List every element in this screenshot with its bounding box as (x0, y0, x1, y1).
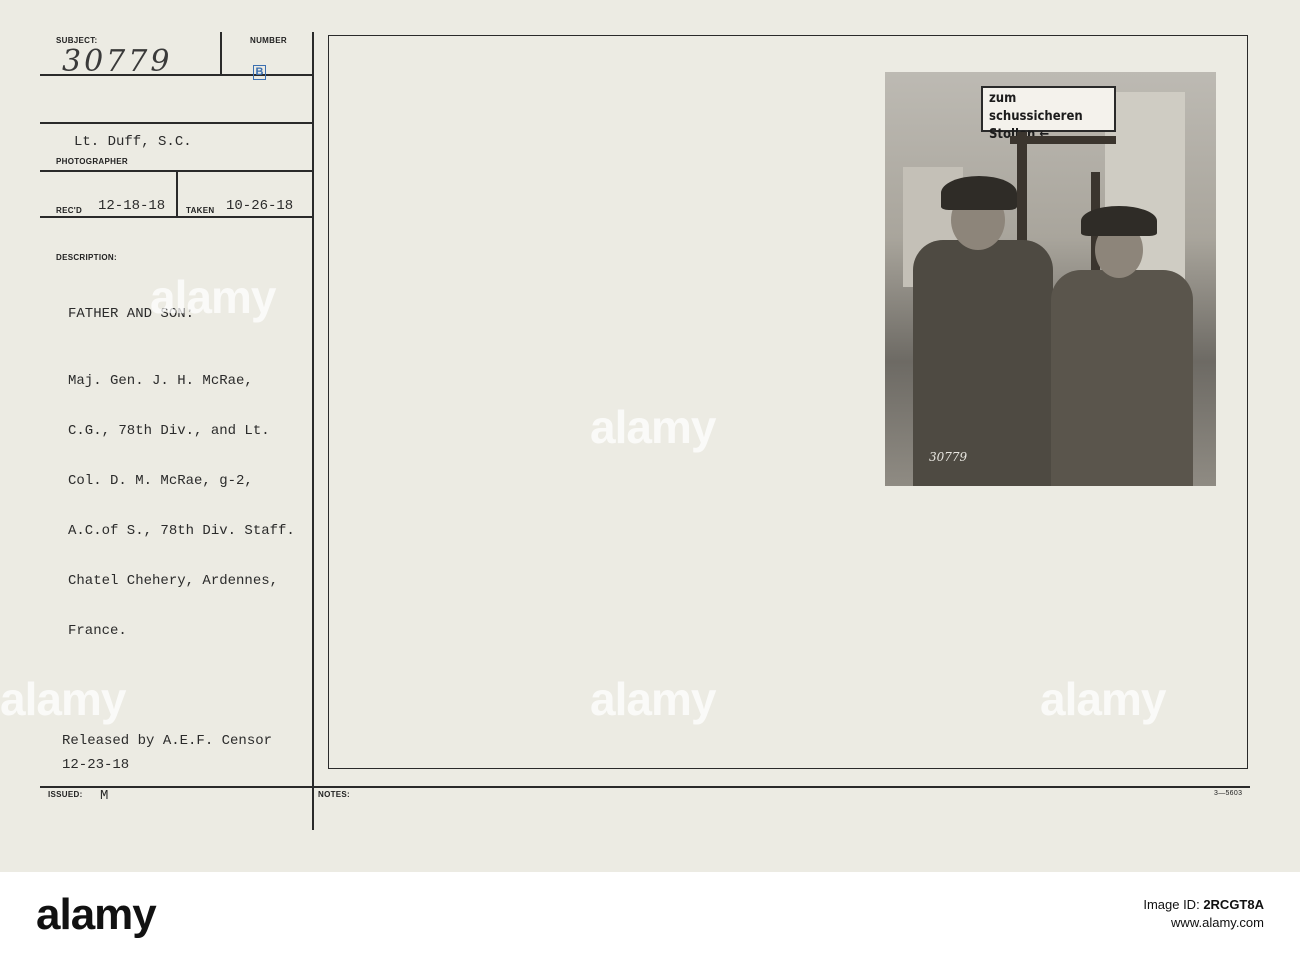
taken-label: TAKEN (186, 206, 215, 215)
divider-vertical-subject (220, 32, 222, 74)
sign-crossbar (1010, 136, 1116, 144)
photographer-name: Lt. Duff, S.C. (74, 134, 192, 150)
footer-bar (0, 872, 1300, 963)
subject-number: 30779 (62, 44, 173, 79)
road-sign: zum schussicheren Stollen ← (981, 86, 1116, 142)
divider-photographer (40, 122, 312, 124)
watermark-5: alamy (1040, 673, 1166, 725)
description-line: C.G., 78th Div., and Lt. (68, 423, 270, 439)
signal-corps-stamp: 30779 (889, 424, 967, 476)
divider-vertical-main (312, 32, 314, 830)
officer-left-helmet (941, 176, 1017, 210)
divider-vertical-dates (176, 170, 178, 216)
description-line: A.C.of S., 78th Div. Staff. (68, 523, 295, 539)
divider-issued (40, 786, 1250, 788)
image-id: 2RCGT8A (1203, 897, 1264, 912)
description-line: Col. D. M. McRae, g-2, (68, 473, 253, 489)
record-card: SUBJECT: 30779 NUMBER B Lt. Duff, S.C. P… (0, 0, 1300, 872)
sign-line-1: zum schussicheren (989, 91, 1083, 124)
issued-label: ISSUED: (48, 790, 83, 799)
footer-logo[interactable]: alamy (36, 890, 157, 940)
officer-right-helmet (1081, 206, 1157, 236)
release-line: Released by A.E.F. Censor (62, 733, 273, 749)
stamp-number: 30779 (929, 450, 968, 464)
description-text: Maj. Gen. J. H. McRae, C.G., 78th Div., … (68, 340, 295, 672)
watermark-2: alamy (590, 401, 716, 453)
description-label: DESCRIPTION: (56, 253, 117, 262)
footer-site[interactable]: www.alamy.com (1143, 914, 1264, 932)
footer-image-info: Image ID: 2RCGT8A www.alamy.com (1143, 896, 1264, 932)
watermark-1: alamy (150, 271, 276, 323)
watermark-4: alamy (0, 673, 126, 725)
number-mark: B (253, 65, 266, 80)
issued-value: M (100, 788, 109, 804)
image-id-label: Image ID: (1143, 897, 1200, 912)
taken-date: 10-26-18 (226, 198, 294, 214)
photograph: zum schussicheren Stollen ← 30779 (885, 72, 1216, 486)
officer-right-body (1051, 270, 1193, 486)
watermark-3: alamy (590, 673, 716, 725)
description-line: Chatel Chehery, Ardennes, (68, 573, 279, 589)
photographer-label: PHOTOGRAPHER (56, 157, 128, 166)
divider-description (40, 216, 312, 218)
notes-label: NOTES: (318, 790, 351, 799)
recd-label: REC'D (56, 206, 83, 215)
number-label: NUMBER (250, 36, 287, 45)
description-line: France. (68, 623, 127, 639)
description-line: Maj. Gen. J. H. McRae, (68, 373, 253, 389)
form-code: 3—5603 (1214, 790, 1243, 797)
recd-date: 12-18-18 (98, 198, 166, 214)
release-date: 12-23-18 (62, 757, 130, 773)
